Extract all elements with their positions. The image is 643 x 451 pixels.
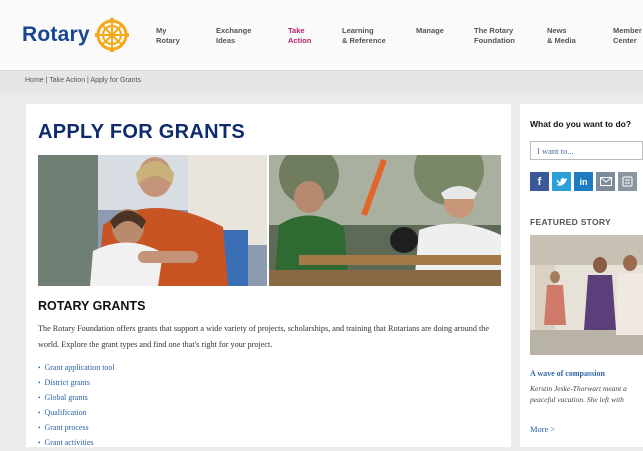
featured-story-title[interactable]: A wave of compassion — [530, 369, 605, 378]
nav-label: The Rotary — [474, 26, 514, 35]
link-grant-application-tool[interactable]: Grant application tool — [38, 360, 114, 375]
link-qualification[interactable]: Qualification — [38, 405, 115, 420]
breadcrumb-home[interactable]: Home — [25, 77, 44, 84]
nav-manage[interactable]: Manage — [416, 26, 444, 36]
logo-text: Rotary — [22, 23, 90, 46]
nav-label: Action — [288, 36, 312, 45]
nav-label: Manage — [416, 26, 444, 35]
nav-label: & Reference — [342, 36, 386, 45]
nav-label: Exchange — [216, 26, 252, 35]
nav-label: My — [156, 26, 167, 35]
nav-take-action[interactable]: Take Action — [288, 26, 311, 46]
more-link[interactable]: More > — [530, 424, 555, 434]
nav-label: & Media — [547, 36, 576, 45]
nav-label: Ideas — [216, 36, 236, 45]
nav-label: Foundation — [474, 36, 515, 45]
rotary-logo[interactable]: Rotary — [22, 18, 129, 52]
nav-label: Member — [613, 26, 642, 35]
sidebar-heading: What do you want to do? — [530, 119, 632, 129]
nav-label: News — [547, 26, 567, 35]
nav-learning-reference[interactable]: Learning & Reference — [342, 26, 386, 46]
hero-photo-right — [269, 155, 501, 286]
link-grant-process[interactable]: Grant process — [38, 420, 115, 435]
i-want-to-select[interactable]: I want to... — [530, 141, 643, 160]
nav-my-rotary[interactable]: My Rotary — [156, 26, 180, 46]
nav-news-media[interactable]: News & Media — [547, 26, 576, 46]
page-title: APPLY FOR GRANTS — [38, 121, 246, 143]
facebook-icon[interactable]: f — [530, 172, 549, 191]
share-icon[interactable] — [618, 172, 637, 191]
nav-label: Rotary — [156, 36, 180, 45]
rotary-wheel-icon — [94, 18, 129, 52]
nav-label: Take — [288, 26, 305, 35]
link-grant-activities[interactable]: Grant activities — [38, 435, 115, 450]
featured-story-excerpt: Kerstin Jeske-Thorwart meant a peaceful … — [530, 384, 627, 404]
breadcrumb-take-action[interactable]: Take Action — [49, 77, 85, 84]
nav-label: Learning — [342, 26, 374, 35]
link-global-grants[interactable]: Global grants — [38, 390, 115, 405]
grants-description: The Rotary Foundation offers grants that… — [38, 324, 489, 349]
section-title-rotary-grants: ROTARY GRANTS — [38, 299, 146, 313]
featured-story-photo[interactable] — [530, 235, 643, 355]
nav-member-center[interactable]: Member Center — [613, 26, 642, 46]
grant-links-list: Grant application tool District grants G… — [38, 360, 115, 450]
nav-label: Center — [613, 36, 637, 45]
nav-rotary-foundation[interactable]: The Rotary Foundation — [474, 26, 515, 46]
twitter-icon[interactable] — [552, 172, 571, 191]
featured-story-label: FEATURED STORY — [530, 217, 612, 227]
nav-exchange-ideas[interactable]: Exchange Ideas — [216, 26, 251, 46]
breadcrumb-current: Apply for Grants — [90, 77, 141, 84]
hero-photo-left — [38, 155, 267, 286]
breadcrumb: Home | Take Action | Apply for Grants — [25, 77, 141, 84]
email-icon[interactable] — [596, 172, 615, 191]
link-district-grants[interactable]: District grants — [38, 375, 115, 390]
linkedin-icon[interactable]: in — [574, 172, 593, 191]
